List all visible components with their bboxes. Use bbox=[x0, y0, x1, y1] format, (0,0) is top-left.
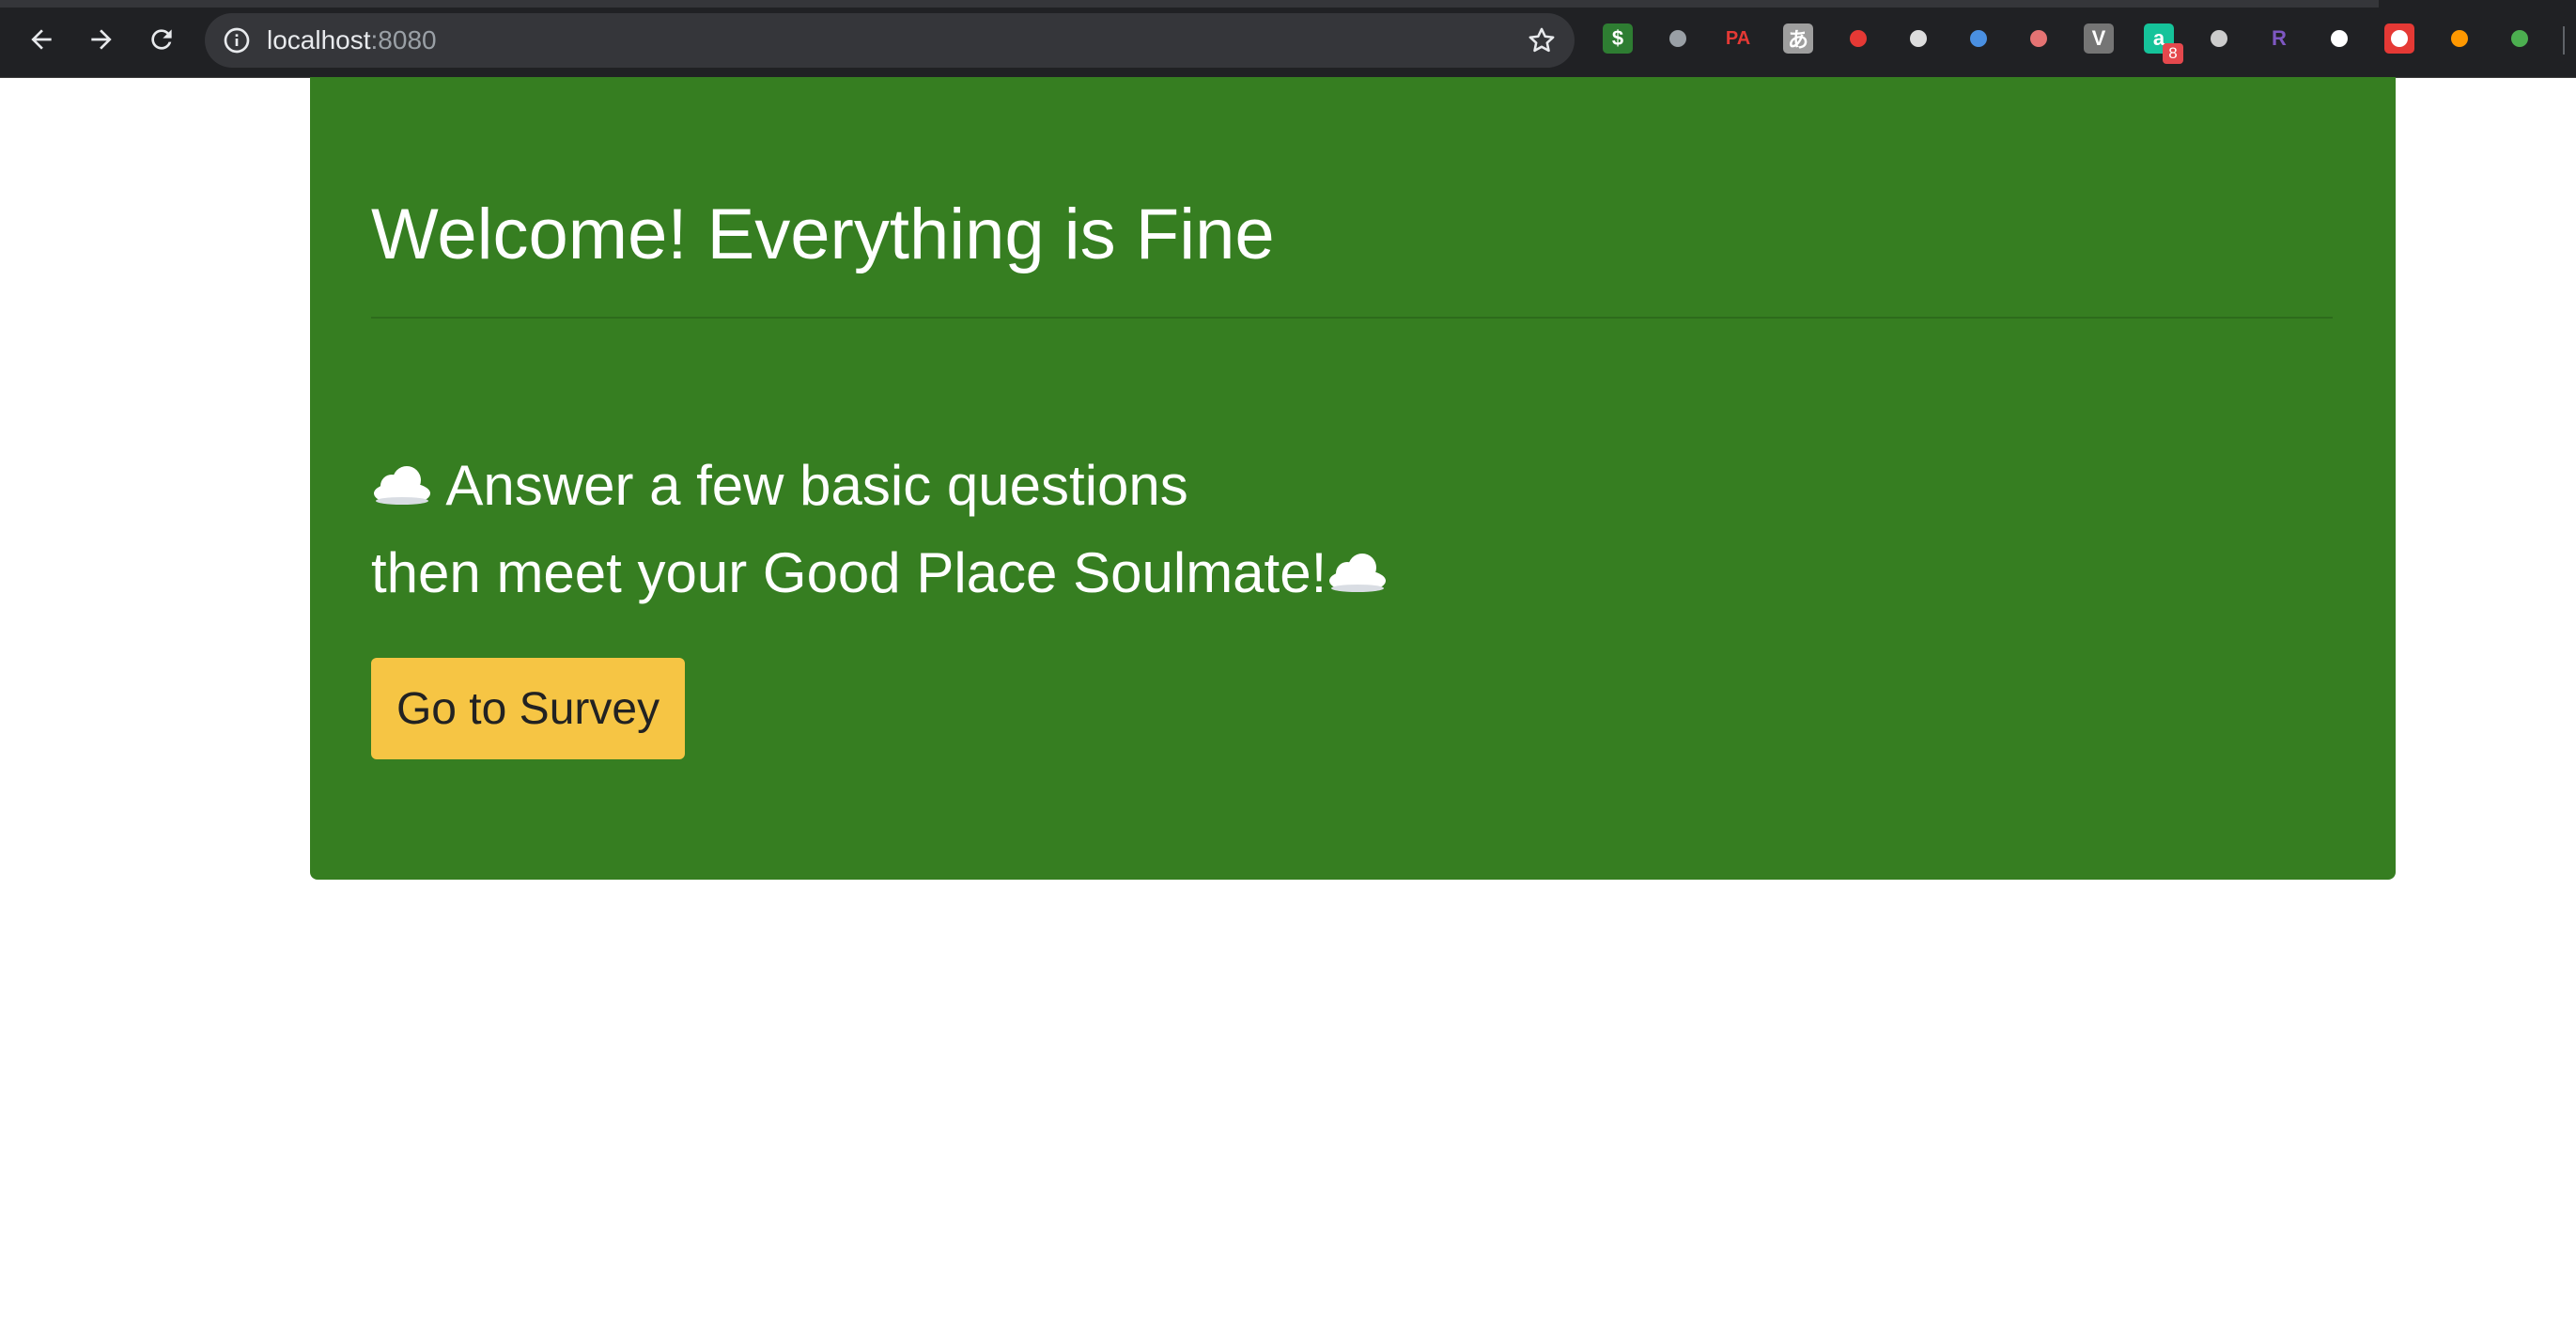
ghostery-extension-icon[interactable] bbox=[1963, 23, 1994, 54]
link-extension-icon[interactable] bbox=[1903, 23, 1933, 54]
lead-line-2-text: then meet your Good Place Soulmate! bbox=[371, 541, 1327, 604]
cloud-icon bbox=[1329, 554, 1387, 592]
v-extension-icon[interactable]: V bbox=[2084, 23, 2114, 54]
lead-text: Answer a few basic questions then meet y… bbox=[371, 442, 1389, 616]
dots-extension-icon[interactable] bbox=[2324, 23, 2354, 54]
forward-button[interactable] bbox=[81, 19, 122, 60]
redirect-extension-icon[interactable] bbox=[2024, 23, 2054, 54]
lamp-extension-icon[interactable] bbox=[2444, 23, 2475, 54]
go-to-survey-button[interactable]: Go to Survey bbox=[371, 658, 685, 759]
site-info-icon[interactable] bbox=[222, 25, 252, 55]
reload-button[interactable] bbox=[141, 19, 182, 60]
bookmark-star-icon[interactable] bbox=[1526, 24, 1558, 56]
r-extension-icon[interactable]: R bbox=[2264, 23, 2294, 54]
url-host: localhost bbox=[267, 25, 371, 55]
tab-strip bbox=[0, 0, 2379, 8]
pa-extension-icon[interactable]: PA bbox=[1723, 23, 1753, 54]
reload-icon bbox=[151, 29, 172, 50]
toolbar-divider bbox=[2563, 26, 2565, 55]
url-port: :8080 bbox=[370, 25, 437, 55]
cart-extension-icon[interactable] bbox=[1843, 23, 1873, 54]
eyedropper-extension-icon[interactable] bbox=[1663, 23, 1693, 54]
plant-extension-icon[interactable] bbox=[2505, 23, 2535, 54]
divider bbox=[371, 317, 2333, 319]
dollar-extension-icon[interactable]: $ bbox=[1603, 23, 1633, 54]
lead-line-1: Answer a few basic questions bbox=[371, 442, 1389, 529]
browser-toolbar: localhost:8080 $ PA あ Va R 8 bbox=[0, 0, 2576, 78]
back-button[interactable] bbox=[21, 19, 62, 60]
forward-arrow-icon bbox=[91, 29, 112, 50]
forward-extension-icon[interactable] bbox=[2384, 23, 2414, 54]
jumbotron: Welcome! Everything is Fine Answer a few… bbox=[310, 77, 2396, 880]
hat-extension-icon[interactable] bbox=[2204, 23, 2234, 54]
lead-line-1-text: Answer a few basic questions bbox=[445, 454, 1188, 517]
address-bar[interactable]: localhost:8080 bbox=[205, 13, 1575, 68]
back-arrow-icon bbox=[31, 29, 52, 50]
url-text[interactable]: localhost:8080 bbox=[267, 25, 437, 55]
grammarly-badge: 8 bbox=[2163, 43, 2183, 64]
page-title: Welcome! Everything is Fine bbox=[371, 195, 1275, 274]
lead-line-2: then meet your Good Place Soulmate! bbox=[371, 529, 1389, 616]
cloud-icon bbox=[374, 466, 430, 505]
translate-extension-icon[interactable]: あ bbox=[1783, 23, 1813, 54]
